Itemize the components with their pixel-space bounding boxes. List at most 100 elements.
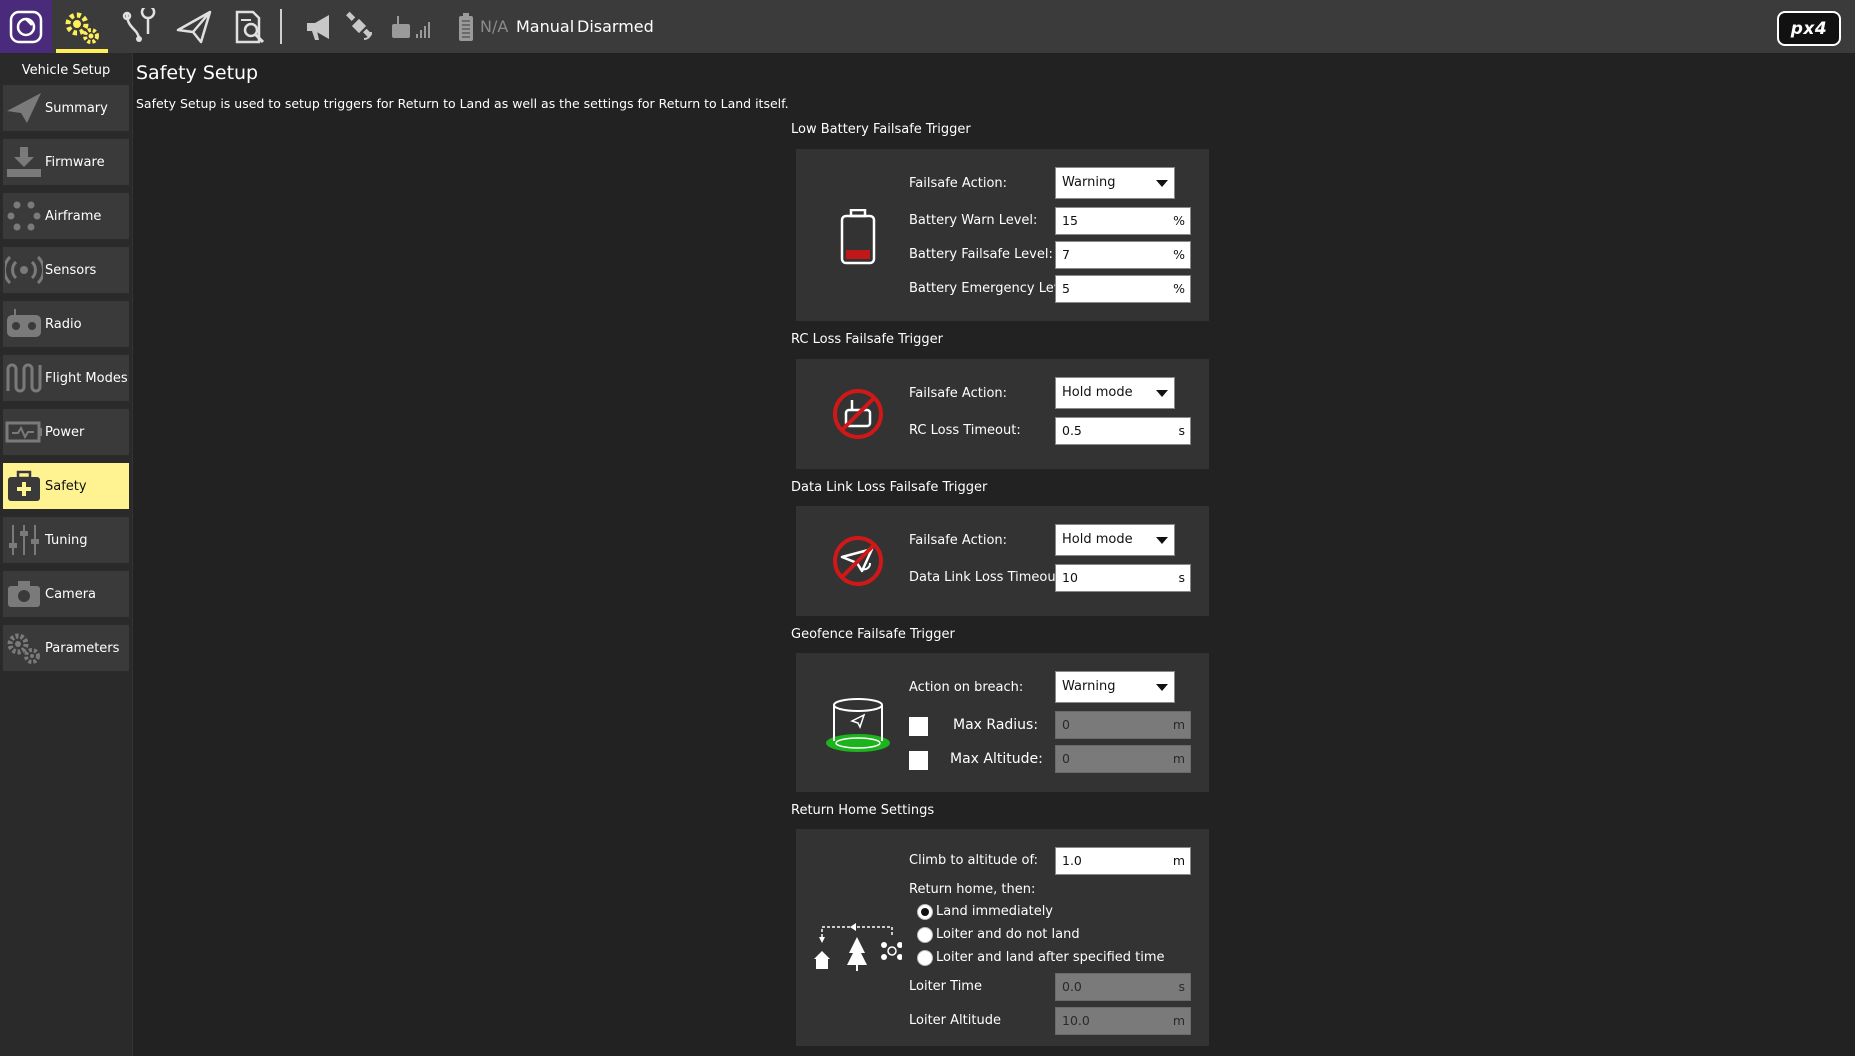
loiter-altitude-field[interactable]: 10.0 m	[1055, 1007, 1191, 1035]
flight-mode-selector[interactable]: Manual	[516, 0, 574, 53]
datalink-loss-action-label: Failsafe Action:	[909, 533, 1008, 548]
rc-loss-timeout-field[interactable]: 0.5 s	[1055, 417, 1191, 445]
low-battery-action-dropdown[interactable]: Warning	[1055, 167, 1175, 199]
airframe-icon	[3, 193, 45, 239]
radio-loiter-no-land-label[interactable]: Loiter and do not land	[936, 927, 1080, 942]
loiter-time-label: Loiter Time	[909, 979, 982, 994]
sidebar-item-flight-modes[interactable]: Flight Modes	[3, 355, 129, 401]
sidebar-item-label: Parameters	[45, 640, 120, 656]
max-altitude-value: 0	[1062, 751, 1070, 766]
max-altitude-label: Max Altitude:	[950, 751, 1043, 767]
plan-button[interactable]	[118, 0, 162, 53]
battery-failsafe-field[interactable]: 7 %	[1055, 241, 1191, 269]
gears-icon	[3, 625, 45, 671]
percent-unit: %	[1173, 281, 1185, 296]
meters-unit: m	[1172, 1013, 1185, 1028]
toolbar-divider	[280, 9, 282, 44]
battery-icon	[459, 12, 473, 41]
return-home-section-title: Return Home Settings	[791, 803, 935, 818]
sidebar-item-label: Sensors	[45, 262, 97, 278]
wave-icon	[3, 355, 45, 401]
datalink-loss-timeout-label: Data Link Loss Timeout:	[909, 570, 1066, 585]
rc-loss-action-value: Hold mode	[1062, 385, 1133, 400]
radio-land-immediately[interactable]	[917, 904, 933, 920]
battery-low-icon	[840, 209, 876, 265]
qgc-logo-button[interactable]	[0, 0, 52, 53]
geofence-action-value: Warning	[1062, 679, 1116, 694]
loiter-time-field[interactable]: 0.0 s	[1055, 973, 1191, 1001]
chevron-down-icon	[1156, 684, 1168, 691]
sidebar-item-label: Tuning	[45, 532, 88, 548]
arm-status-text[interactable]: Disarmed	[577, 0, 654, 53]
percent-unit: %	[1173, 247, 1185, 262]
analyze-icon	[235, 10, 265, 43]
seconds-unit: s	[1178, 570, 1185, 585]
max-radius-field[interactable]: 0 m	[1055, 711, 1191, 739]
sidebar-item-label: Summary	[45, 100, 108, 116]
download-icon	[3, 139, 45, 185]
sidebar-title: Vehicle Setup	[21, 63, 111, 78]
battery-failsafe-value: 7	[1062, 247, 1070, 262]
max-radius-checkbox[interactable]	[909, 717, 928, 736]
battery-indicator[interactable]	[455, 0, 477, 53]
low-battery-action-value: Warning	[1062, 175, 1116, 190]
climb-altitude-field[interactable]: 1.0 m	[1055, 847, 1191, 875]
sidebar-item-summary[interactable]: Summary	[3, 85, 129, 131]
chevron-down-icon	[1156, 180, 1168, 187]
battery-emergency-field[interactable]: 5 %	[1055, 275, 1191, 303]
fly-icon	[176, 10, 212, 43]
vehicle-setup-sidebar: Vehicle Setup Summary Firmware Airframe …	[0, 53, 133, 1056]
geofence-action-dropdown[interactable]: Warning	[1055, 671, 1175, 703]
rc-loss-panel: Failsafe Action: Hold mode RC Loss Timeo…	[796, 359, 1209, 469]
messages-indicator[interactable]	[300, 0, 340, 53]
rc-loss-icon	[833, 389, 883, 439]
sidebar-item-label: Radio	[45, 316, 82, 332]
radio-loiter-land-after-time[interactable]	[917, 950, 933, 966]
max-radius-value: 0	[1062, 717, 1070, 732]
battery-warn-field[interactable]: 15 %	[1055, 207, 1191, 235]
loiter-altitude-value: 10.0	[1062, 1013, 1090, 1028]
sidebar-item-safety[interactable]: Safety	[3, 463, 129, 509]
return-home-then-label: Return home, then:	[909, 882, 1036, 897]
datalink-loss-action-value: Hold mode	[1062, 532, 1133, 547]
meters-unit: m	[1172, 853, 1185, 868]
battery-emergency-label: Battery Emergency Level:	[909, 281, 1078, 296]
sliders-icon	[3, 517, 45, 563]
vehicle-setup-button[interactable]	[56, 0, 108, 53]
chevron-down-icon	[1156, 537, 1168, 544]
sidebar-item-camera[interactable]: Camera	[3, 571, 129, 617]
radio-loiter-no-land[interactable]	[917, 927, 933, 943]
analyze-button[interactable]	[228, 0, 272, 53]
sidebar-item-power[interactable]: Power	[3, 409, 129, 455]
rc-loss-action-dropdown[interactable]: Hold mode	[1055, 377, 1175, 409]
sidebar-item-firmware[interactable]: Firmware	[3, 139, 129, 185]
datalink-loss-action-dropdown[interactable]: Hold mode	[1055, 524, 1175, 556]
sidebar-item-radio[interactable]: Radio	[3, 301, 129, 347]
radio-loiter-land-after-time-label[interactable]: Loiter and land after specified time	[936, 950, 1165, 965]
max-altitude-field[interactable]: 0 m	[1055, 745, 1191, 773]
sidebar-item-tuning[interactable]: Tuning	[3, 517, 129, 563]
rc-loss-timeout-label: RC Loss Timeout:	[909, 423, 1021, 438]
max-altitude-checkbox[interactable]	[909, 751, 928, 770]
rc-rssi-indicator[interactable]	[390, 0, 434, 53]
sidebar-item-sensors[interactable]: Sensors	[3, 247, 129, 293]
gps-indicator[interactable]	[340, 0, 380, 53]
sidebar-item-airframe[interactable]: Airframe	[3, 193, 129, 239]
camera-icon	[3, 571, 45, 617]
battery-failsafe-label: Battery Failsafe Level:	[909, 247, 1053, 262]
gps-icon	[346, 11, 373, 40]
sidebar-item-label: Flight Modes	[45, 370, 128, 386]
datalink-loss-timeout-field[interactable]: 10 s	[1055, 564, 1191, 592]
sidebar-item-parameters[interactable]: Parameters	[3, 625, 129, 671]
datalink-loss-panel: Failsafe Action: Hold mode Data Link Los…	[796, 506, 1209, 616]
fly-button[interactable]	[172, 0, 216, 53]
geofence-action-label: Action on breach:	[909, 680, 1024, 695]
plan-icon	[122, 7, 156, 42]
datalink-loss-timeout-value: 10	[1062, 570, 1078, 585]
low-battery-panel: Failsafe Action: Warning Battery Warn Le…	[796, 149, 1209, 321]
datalink-loss-section-title: Data Link Loss Failsafe Trigger	[791, 480, 988, 495]
power-icon	[3, 409, 45, 455]
climb-altitude-value: 1.0	[1062, 853, 1082, 868]
radio-land-immediately-label[interactable]: Land immediately	[936, 904, 1053, 919]
loiter-altitude-label: Loiter Altitude	[909, 1013, 1001, 1028]
